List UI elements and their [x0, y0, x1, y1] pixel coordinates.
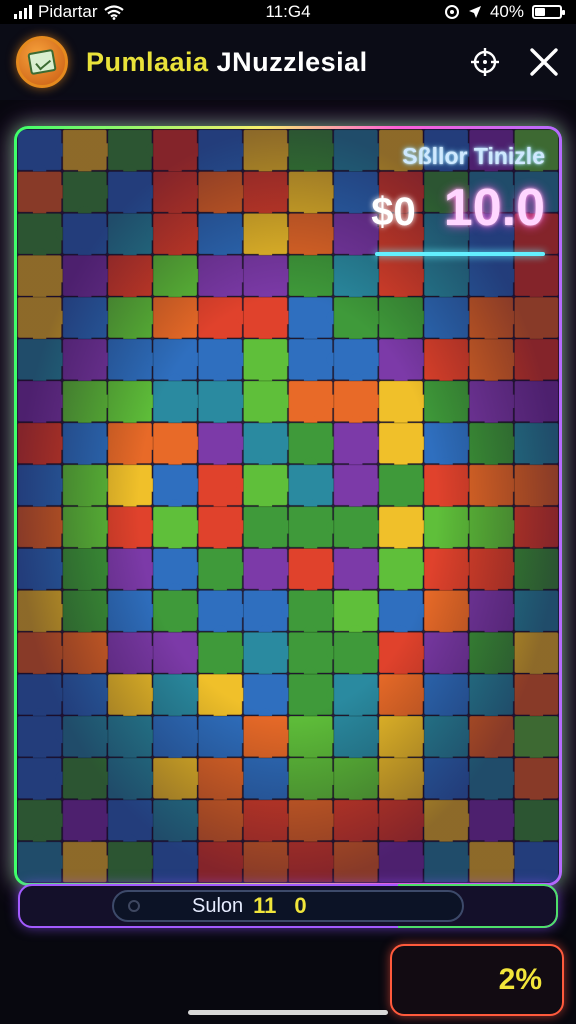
crosshair-icon[interactable]	[470, 47, 500, 77]
signal-icon	[14, 5, 32, 19]
puzzle-board-frame: Sßllor Tinizle $0 10.0	[14, 126, 562, 886]
status-bar: Pidartar 11:G4 40%	[0, 0, 576, 24]
status-label: Sulon	[192, 894, 244, 917]
status-count: 11	[253, 893, 277, 918]
carrier-label: Pidartar	[38, 2, 98, 21]
indicator-dot-icon	[128, 900, 140, 912]
wifi-icon	[103, 4, 124, 20]
score-currency: $0	[371, 190, 416, 234]
percent-value: 2%	[498, 963, 542, 996]
app-title-part1: Pumlaaia	[86, 46, 209, 77]
app-title: Pumlaaia JNuzzlesial	[86, 47, 368, 78]
score-progress-bar	[375, 252, 545, 256]
navigation-icon	[468, 6, 481, 18]
score-amount: 10.0	[443, 179, 545, 237]
battery-percent: 40%	[489, 2, 524, 21]
status-pill[interactable]: Sulon 11 0	[112, 890, 464, 922]
app-header: Pumlaaia JNuzzlesial	[0, 24, 576, 100]
percent-button[interactable]: 2%	[390, 944, 564, 1016]
score-overlay: Sßllor Tinizle $0 10.0	[371, 143, 545, 256]
status-panel: Sulon 11 0	[18, 884, 558, 928]
home-indicator[interactable]	[188, 1010, 388, 1015]
puzzle-app-icon[interactable]	[16, 36, 68, 88]
puzzle-board[interactable]: Sßllor Tinizle $0 10.0	[17, 129, 559, 883]
location-icon	[444, 5, 459, 19]
app-title-part2: JNuzzlesial	[216, 46, 368, 77]
score-label: Sßllor Tinizle	[402, 143, 545, 169]
close-icon[interactable]	[528, 46, 560, 78]
status-zero: 0	[294, 893, 307, 918]
battery-icon	[532, 5, 565, 19]
